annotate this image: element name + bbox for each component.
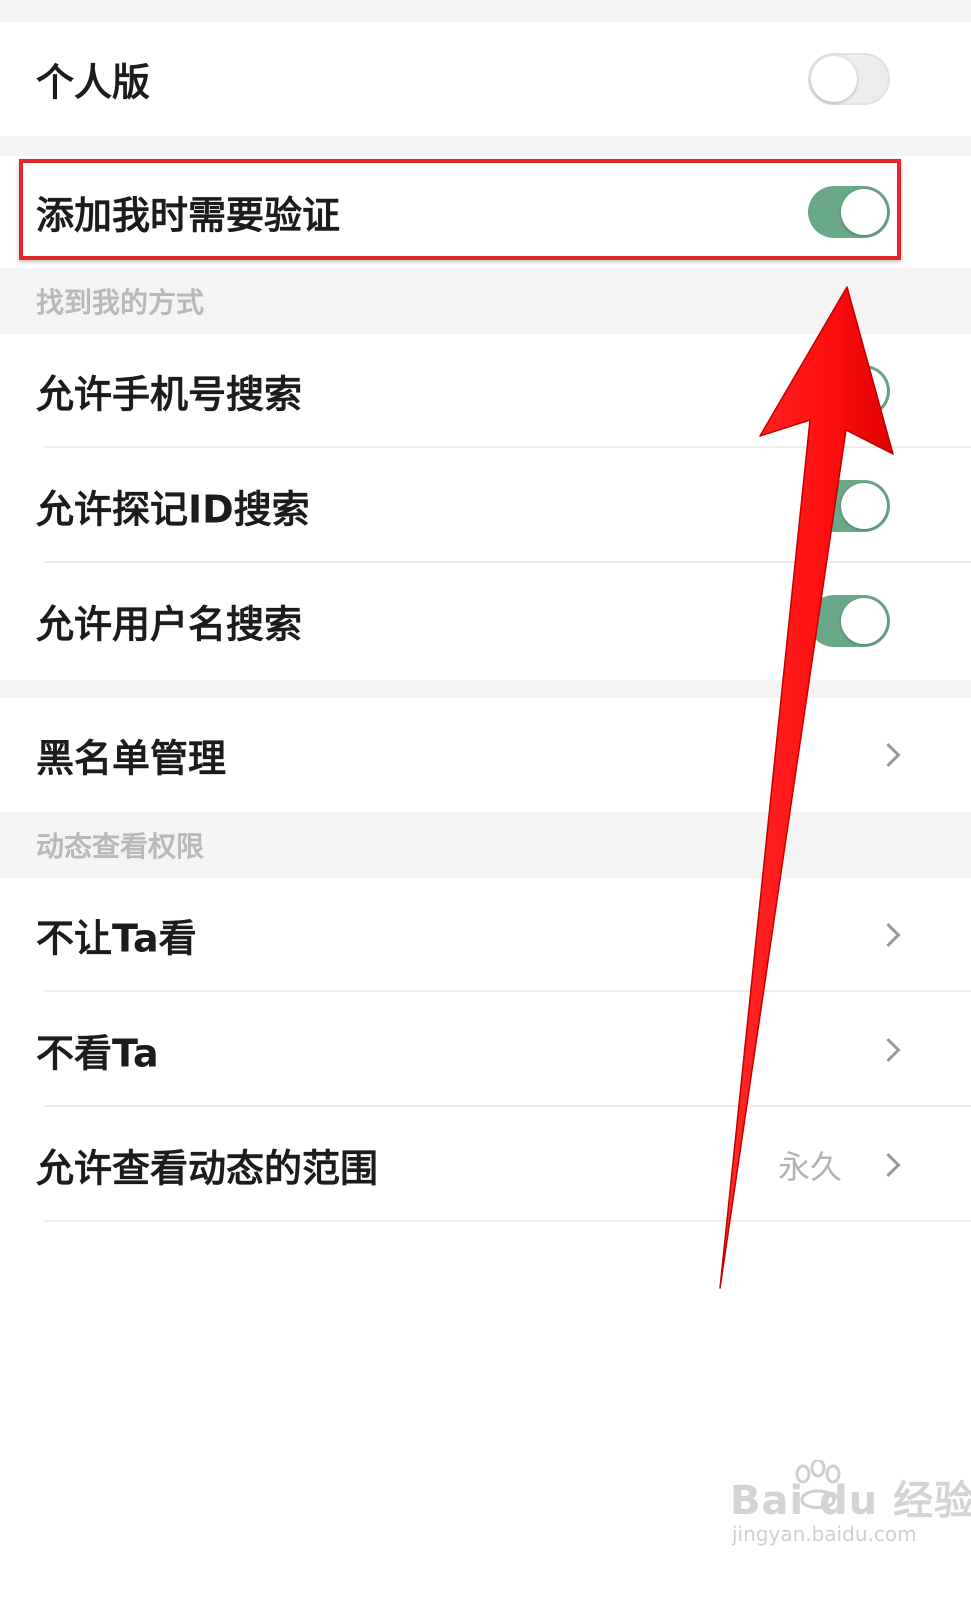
settings-row-hide-from-label: 不让Ta看 [36, 916, 197, 961]
row-divider [44, 1220, 971, 1222]
settings-row-blacklist-label: 黑名单管理 [36, 736, 227, 781]
chevron-right-icon [876, 922, 901, 948]
username-search-toggle[interactable] [808, 595, 890, 647]
settings-row-username-search[interactable]: 允许用户名搜索 [0, 564, 971, 678]
settings-row-hide-their-label: 不看Ta [36, 1031, 159, 1076]
phone-search-toggle[interactable] [808, 365, 890, 417]
settings-row-id-search-label: 允许探记ID搜索 [36, 487, 310, 532]
section-header-find-me: 找到我的方式 [0, 268, 971, 334]
settings-row-moments-range-label: 允许查看动态的范围 [36, 1146, 379, 1191]
section-gap [0, 136, 971, 156]
settings-row-phone-search[interactable]: 允许手机号搜索 [0, 334, 971, 448]
settings-row-personal[interactable]: 个人版 [0, 22, 971, 136]
row-divider [44, 561, 971, 563]
toggle-knob [841, 598, 887, 644]
watermark-url-text: jingyan.baidu.com [732, 1522, 917, 1546]
settings-row-hide-from[interactable]: 不让Ta看 [0, 878, 971, 992]
settings-row-phone-search-label: 允许手机号搜索 [36, 372, 303, 417]
personal-toggle[interactable] [808, 53, 890, 105]
settings-row-username-search-label: 允许用户名搜索 [36, 602, 303, 647]
toggle-knob [841, 483, 887, 529]
highlight-annotation-box [19, 159, 901, 260]
chevron-right-icon [876, 1037, 901, 1063]
id-search-toggle[interactable] [808, 480, 890, 532]
chevron-right-icon [876, 742, 901, 768]
chevron-right-icon [876, 1152, 901, 1178]
row-divider [44, 990, 971, 992]
privacy-settings-page: 个人版 添加我时需要验证 找到我的方式 允许手机号搜索 允许探记ID搜索 允许用… [0, 0, 971, 1600]
settings-row-id-search[interactable]: 允许探记ID搜索 [0, 449, 971, 563]
section-header-moments-label: 动态查看权限 [36, 830, 205, 863]
settings-row-personal-label: 个人版 [36, 60, 151, 105]
moments-range-value: 永久 [778, 1148, 843, 1186]
section-gap [0, 680, 971, 698]
top-gap [0, 0, 971, 22]
toggle-knob [811, 56, 857, 102]
row-divider [44, 1105, 971, 1107]
row-divider [44, 446, 971, 448]
settings-row-hide-their[interactable]: 不看Ta [0, 993, 971, 1107]
toggle-knob [841, 368, 887, 414]
settings-row-blacklist[interactable]: 黑名单管理 [0, 698, 971, 812]
section-header-moments: 动态查看权限 [0, 812, 971, 878]
baidu-jingyan-watermark: Bai du 经验 jingyan.baidu.com [730, 1460, 971, 1568]
settings-row-moments-range[interactable]: 允许查看动态的范围 永久 [0, 1108, 971, 1222]
watermark-main-text: Bai du 经验 [730, 1478, 971, 1524]
section-header-find-me-label: 找到我的方式 [36, 286, 205, 319]
